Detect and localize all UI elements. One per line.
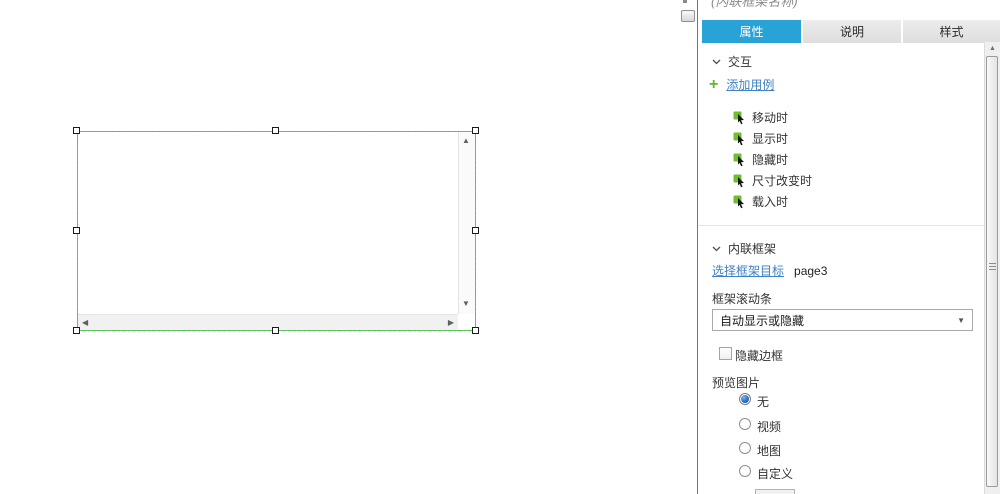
radio-video[interactable] — [739, 418, 751, 430]
frame-target-value: page3 — [794, 264, 827, 278]
event-icon — [733, 195, 746, 209]
panel-scrollbar-thumb[interactable] — [986, 56, 998, 487]
event-icon — [733, 174, 746, 188]
event-item[interactable]: 载入时 — [733, 193, 788, 210]
event-label: 隐藏时 — [752, 151, 788, 168]
inline-frame-widget[interactable]: ▲ ▼ ◀ ▶ — [77, 131, 476, 331]
radio-custom[interactable] — [739, 465, 751, 477]
select-frame-target-link[interactable]: 选择框架目标 — [712, 262, 784, 279]
tab-notes[interactable]: 说明 — [803, 20, 901, 43]
section-interactions[interactable]: 交互 — [712, 53, 752, 70]
event-icon — [733, 153, 746, 167]
radio-map-label: 地图 — [757, 442, 781, 459]
hide-border-checkbox[interactable] — [719, 347, 732, 360]
selection-handle[interactable] — [472, 227, 479, 234]
tab-properties[interactable]: 属性 — [702, 20, 801, 43]
chevron-down-icon — [712, 246, 721, 252]
chevron-down-icon — [712, 59, 721, 65]
panel-collapse-handle[interactable] — [681, 10, 695, 22]
properties-panel: (内联框架名称) 属性 说明 样式 交互 + 添加用例 移动时 显示时 隐藏时 — [698, 0, 1000, 494]
event-label: 移动时 — [752, 109, 788, 126]
event-label: 显示时 — [752, 130, 788, 147]
section-label: 内联框架 — [728, 240, 776, 257]
scroll-right-icon[interactable]: ▶ — [448, 319, 454, 327]
scroll-up-icon[interactable]: ▲ — [462, 137, 470, 145]
widget-horizontal-scrollbar[interactable]: ◀ ▶ — [78, 314, 458, 330]
event-item[interactable]: 移动时 — [733, 109, 788, 126]
event-item[interactable]: 尺寸改变时 — [733, 172, 812, 189]
scroll-down-icon[interactable]: ▼ — [462, 300, 470, 308]
panel-tabs: 属性 说明 样式 — [702, 20, 1000, 43]
canvas[interactable]: ▲ ▼ ◀ ▶ — [0, 0, 697, 494]
frame-target-row: 选择框架目标 page3 — [712, 262, 827, 279]
add-case-row: + 添加用例 — [709, 76, 774, 93]
selection-handle[interactable] — [272, 327, 279, 334]
selected-option: 自动显示或隐藏 — [720, 312, 957, 329]
scroll-up-icon[interactable]: ▲ — [989, 45, 996, 52]
selection-handle[interactable] — [73, 127, 80, 134]
selection-handle[interactable] — [472, 127, 479, 134]
radio-map[interactable] — [739, 442, 751, 454]
axure-workspace: ▲ ▼ ◀ ▶ (内联框架名称) 属性 说明 样式 — [0, 0, 1000, 494]
cropped-field — [755, 489, 795, 494]
section-inline-frame[interactable]: 内联框架 — [712, 240, 776, 257]
section-divider — [698, 225, 984, 226]
chevron-down-icon: ▼ — [957, 316, 965, 325]
frame-scrollbars-label: 框架滚动条 — [712, 290, 772, 307]
widget-name-field[interactable]: (内联框架名称) — [711, 0, 798, 10]
selection-handle[interactable] — [73, 227, 80, 234]
hide-border-label: 隐藏边框 — [735, 347, 783, 364]
add-case-link[interactable]: 添加用例 — [726, 76, 774, 93]
tab-style[interactable]: 样式 — [903, 20, 1000, 43]
radio-video-label: 视频 — [757, 418, 781, 435]
radio-none[interactable] — [739, 393, 751, 405]
radio-none-label: 无 — [757, 393, 769, 410]
selection-handle[interactable] — [73, 327, 80, 334]
event-icon — [733, 111, 746, 125]
event-icon — [733, 132, 746, 146]
plus-icon: + — [709, 78, 718, 92]
cropped-ui-fragment — [683, 0, 687, 3]
event-item[interactable]: 隐藏时 — [733, 151, 788, 168]
preview-image-label: 预览图片 — [712, 374, 760, 391]
section-label: 交互 — [728, 53, 752, 70]
scroll-left-icon[interactable]: ◀ — [82, 319, 88, 327]
event-item[interactable]: 显示时 — [733, 130, 788, 147]
scrollbar-grip-icon — [989, 263, 996, 272]
selection-handle[interactable] — [472, 327, 479, 334]
widget-vertical-scrollbar[interactable]: ▲ ▼ — [458, 132, 475, 314]
radio-custom-label: 自定义 — [757, 465, 793, 482]
event-label: 尺寸改变时 — [752, 172, 812, 189]
selection-handle[interactable] — [272, 127, 279, 134]
frame-scrollbars-select[interactable]: 自动显示或隐藏 ▼ — [712, 309, 973, 331]
event-label: 载入时 — [752, 193, 788, 210]
